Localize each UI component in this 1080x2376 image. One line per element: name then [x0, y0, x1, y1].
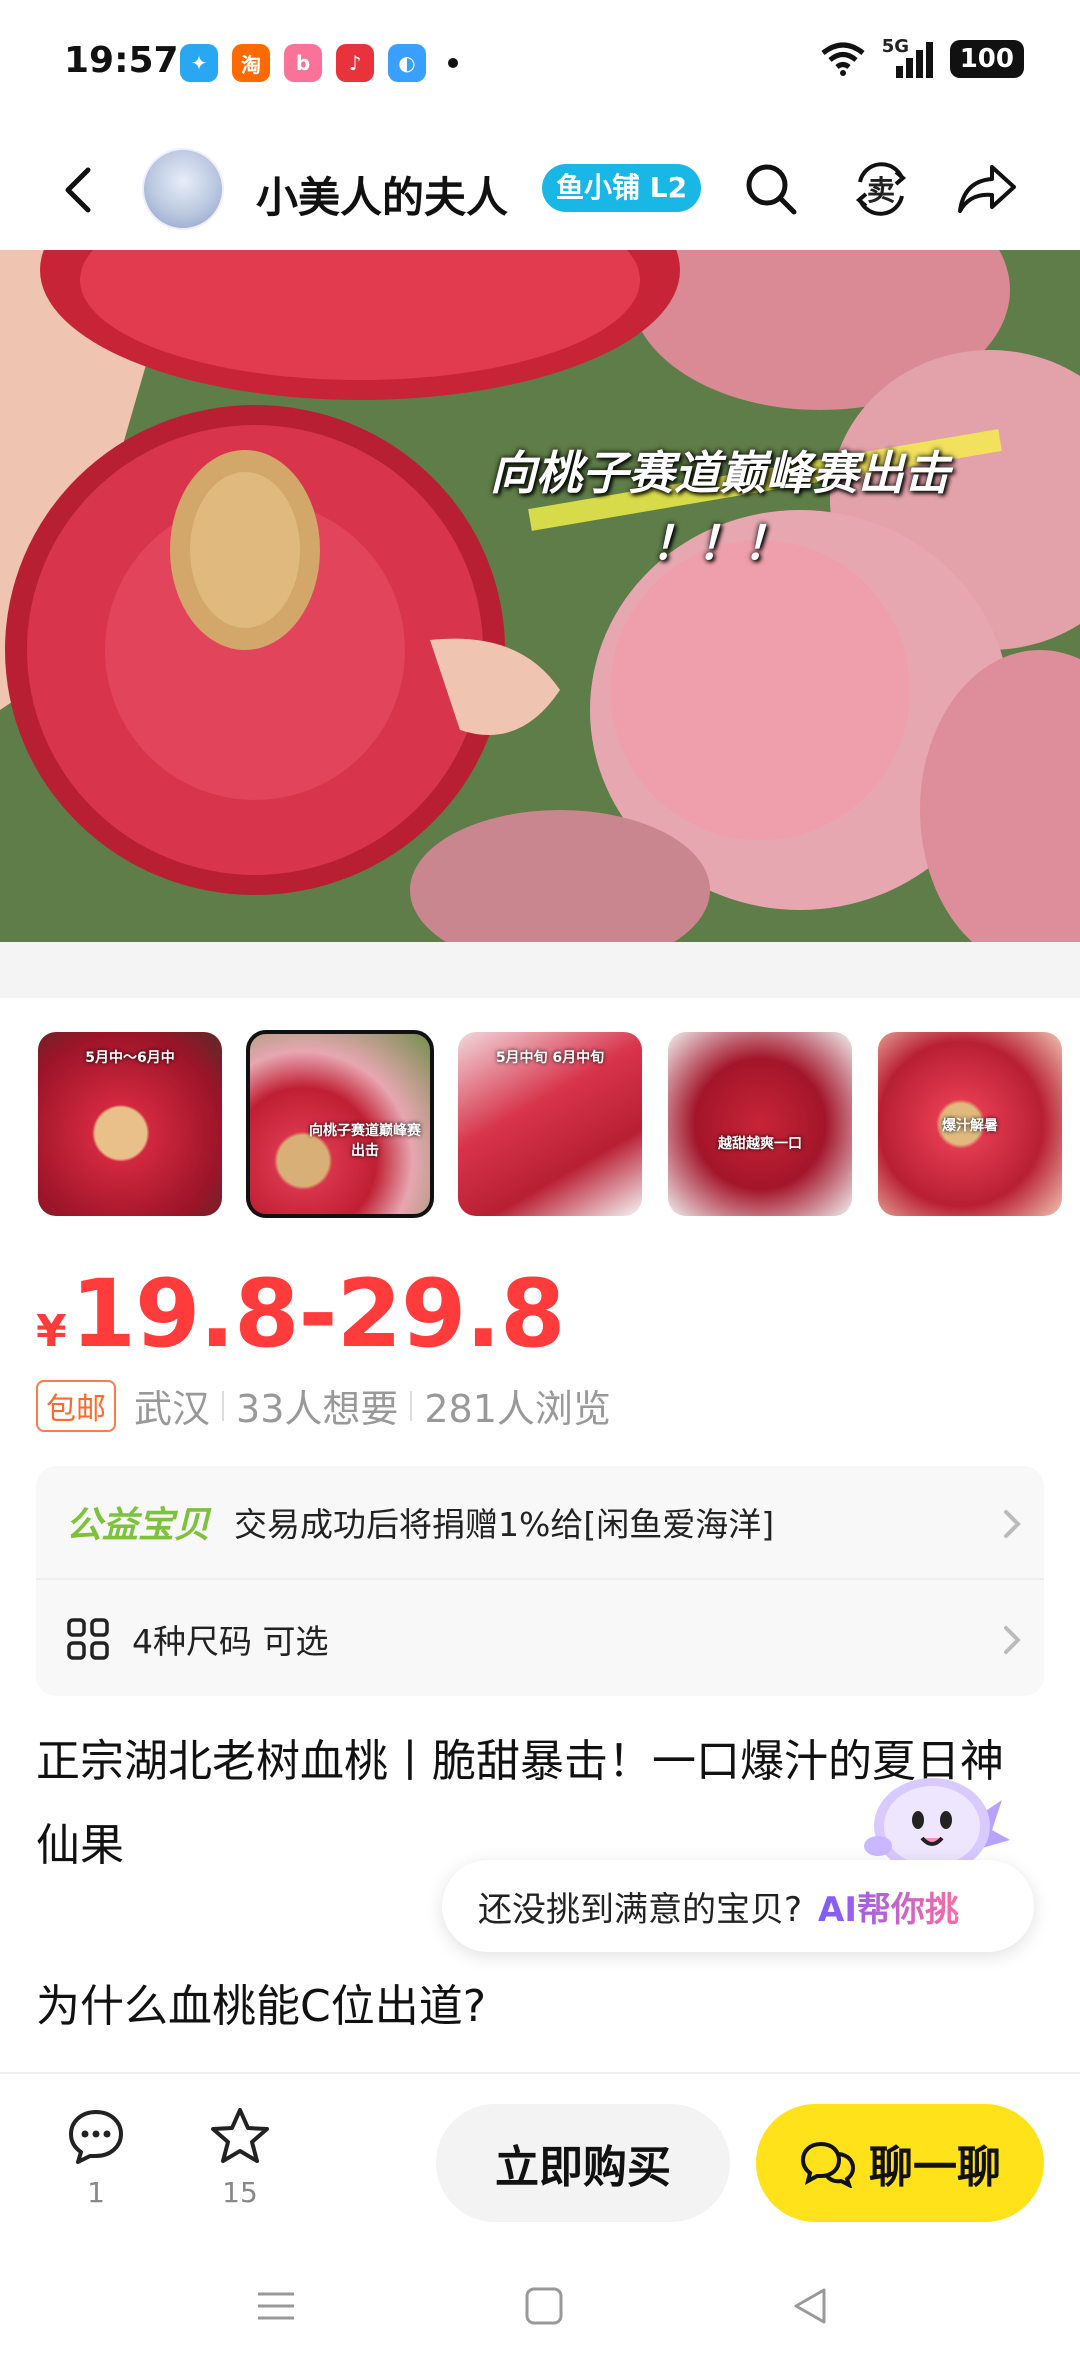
thumbnail-1[interactable]: 5月中～6月中: [38, 1032, 222, 1216]
size-options-row[interactable]: 4种尺码 可选: [36, 1582, 1044, 1696]
thumbnail-label: 爆汁解暑: [942, 1117, 998, 1134]
thumbnail-label: 5月中～6月中: [85, 1049, 175, 1066]
charity-text: 交易成功后将捐赠1%给[闲鱼爱海洋]: [234, 1505, 775, 1544]
shop-avatar[interactable]: [142, 148, 224, 230]
favorite-button[interactable]: 15: [200, 2106, 280, 2209]
battery-indicator: 100: [949, 40, 1024, 78]
cellular-signal-icon: 5G: [882, 36, 934, 78]
shop-name[interactable]: 小美人的夫人: [256, 164, 508, 225]
location: 武汉: [134, 1387, 211, 1431]
status-bar: 19:57 ✦ 淘 b ♪ ◐ 5G 100: [0, 0, 1080, 128]
thumbnail-3[interactable]: 5月中旬 6月中旬: [458, 1032, 642, 1216]
peach-illustration: [0, 250, 1080, 942]
product-main-image[interactable]: 向桃子赛道巅峰赛出击 ！！！: [0, 250, 1080, 942]
thumbnail-2[interactable]: 向桃子赛道巅峰赛出击: [246, 1030, 434, 1218]
share-icon[interactable]: [952, 154, 1022, 224]
thumbnail-5[interactable]: 爆汁解暑: [878, 1032, 1062, 1216]
home-icon[interactable]: [524, 2286, 564, 2326]
chat-button[interactable]: 聊一聊: [756, 2104, 1044, 2222]
more-notifications-dot: [448, 58, 458, 68]
taobao-icon: 淘: [232, 44, 270, 82]
hero-caption-line2: ！！！: [651, 516, 789, 570]
info-card: 公益宝贝 交易成功后将捐赠1%给[闲鱼爱海洋] 4种尺码 可选: [36, 1466, 1044, 1696]
grid-icon: [67, 1618, 109, 1660]
divider: [410, 1390, 413, 1421]
qq-icon: ✦: [180, 44, 218, 82]
charity-label: 公益宝贝: [66, 1505, 211, 1546]
chevron-right-icon: [1004, 1510, 1021, 1538]
browser-icon: ◐: [388, 44, 426, 82]
search-icon[interactable]: [736, 154, 806, 224]
thumbnail-label: 向桃子赛道巅峰赛出击: [309, 1123, 421, 1160]
bottom-action-bar: 1 15 立即购买 聊一聊: [0, 2072, 1080, 2242]
chevron-right-icon: [1004, 1626, 1021, 1654]
comment-icon: [69, 2110, 123, 2164]
menu-icon[interactable]: [256, 2286, 296, 2326]
hero-caption: 向桃子赛道巅峰赛出击 ！！！: [440, 438, 1000, 578]
chat-label: 聊一聊: [869, 2142, 1001, 2193]
thumbnail-4[interactable]: 越甜越爽一口: [668, 1032, 852, 1216]
status-time: 19:57: [64, 40, 179, 81]
music-icon: ♪: [336, 44, 374, 82]
meta-row: 包邮 武汉 33人想要 281人浏览: [36, 1378, 611, 1433]
comment-count: 1: [87, 2176, 105, 2209]
back-arrow-icon[interactable]: [56, 162, 104, 218]
thumbnail-label: 5月中旬 6月中旬: [495, 1049, 605, 1066]
thumbnail-strip: 5月中～6月中 向桃子赛道巅峰赛出击 5月中旬 6月中旬 越甜越爽一口 爆汁解暑: [38, 1030, 1062, 1218]
buy-now-button[interactable]: 立即购买: [436, 2104, 730, 2222]
price: ¥ 19.8-29.8: [36, 1260, 565, 1369]
system-navigation-bar: [0, 2242, 1080, 2376]
sell-similar-icon[interactable]: 卖: [846, 154, 916, 224]
ai-helper-prompt: 还没挑到满意的宝贝?: [478, 1889, 803, 1930]
price-value: 19.8-29.8: [70, 1260, 566, 1369]
ai-helper-bubble[interactable]: 还没挑到满意的宝贝? AI帮你挑: [442, 1860, 1034, 1952]
wants-count: 33人想要: [236, 1387, 399, 1431]
free-shipping-tag: 包邮: [36, 1379, 116, 1432]
hero-caption-line1: 向桃子赛道巅峰赛出击: [490, 446, 950, 500]
chat-icon: [800, 2141, 856, 2188]
wifi-icon: [821, 42, 865, 76]
sell-label: 卖: [866, 174, 895, 207]
back-icon[interactable]: [790, 2286, 830, 2326]
notification-icons: ✦ 淘 b ♪ ◐: [180, 44, 458, 82]
description-subhead: 为什么血桃能C位出道?: [36, 1981, 487, 2032]
comment-button[interactable]: 1: [56, 2106, 136, 2209]
image-divider: [0, 942, 1080, 998]
price-currency: ¥: [36, 1306, 67, 1357]
divider: [222, 1390, 225, 1421]
star-icon: [211, 2108, 269, 2163]
thumbnail-label: 越甜越爽一口: [718, 1136, 802, 1153]
ai-helper-action[interactable]: AI帮你挑: [818, 1882, 959, 1931]
shop-header: 小美人的夫人 鱼小铺 L2 卖: [0, 128, 1080, 250]
size-options-text: 4种尺码 可选: [132, 1622, 329, 1661]
shop-level-badge[interactable]: 鱼小铺 L2: [542, 164, 702, 212]
charity-row[interactable]: 公益宝贝 交易成功后将捐赠1%给[闲鱼爱海洋]: [36, 1466, 1044, 1580]
favorite-count: 15: [222, 2176, 258, 2209]
views-count: 281人浏览: [424, 1387, 611, 1431]
bilibili-icon: b: [284, 44, 322, 82]
